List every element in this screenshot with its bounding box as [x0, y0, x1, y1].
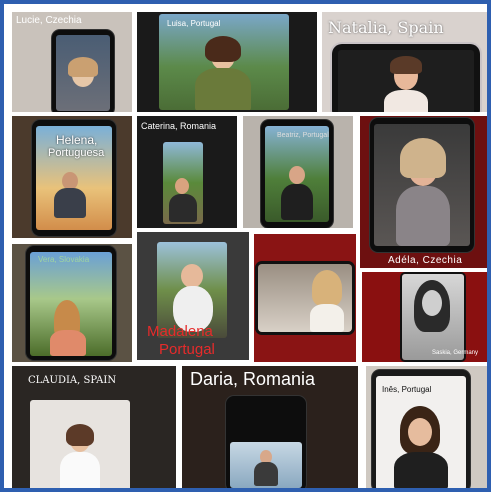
phone-adela — [370, 118, 474, 252]
photo-third — [254, 234, 356, 362]
photo-natalia: Natalia, Spain — [322, 12, 487, 112]
caption-ines: Inês, Portugal — [382, 385, 432, 394]
caption-luisa: Luisa, Portugal — [167, 19, 221, 28]
screen-luisa — [159, 14, 289, 110]
caption-claudia: CLAUDIA, SPAIN — [28, 375, 117, 386]
photo-adela: Adéla, Czechia — [360, 116, 487, 268]
photo-luisa: Luisa, Portugal — [137, 12, 317, 112]
caption-natalia: Natalia, Spain — [328, 18, 444, 37]
caption-beatriz: Beatriz, Portugal — [277, 132, 329, 139]
photo-madalena: Madalena Portugal — [137, 232, 249, 360]
phone-lucie — [52, 30, 114, 112]
screen-third — [258, 264, 352, 332]
caption-caterina: Caterina, Romania — [141, 121, 217, 131]
photo-helena: Helena, Portuguesa — [12, 116, 132, 238]
caption-madalena-line1: Madalena — [147, 323, 213, 340]
photo-claudia: CLAUDIA, SPAIN — [12, 366, 176, 488]
phone-natalia — [332, 44, 480, 112]
caption-saskia: Saskia, Germany — [432, 350, 479, 356]
caption-helena-line2: Portuguesa — [48, 147, 105, 159]
photo-ines: Inês, Portugal — [366, 366, 487, 488]
caption-adela: Adéla, Czechia — [388, 255, 463, 266]
photo-saskia: Saskia, Germany — [362, 272, 487, 362]
screen-claudia — [30, 400, 130, 488]
photo-beatriz: Beatriz, Portugal — [243, 116, 353, 228]
screen-saskia — [402, 274, 464, 360]
phone-daria — [226, 396, 306, 488]
caption-madalena-line2: Portugal — [159, 341, 215, 358]
screen-caterina — [163, 142, 203, 224]
caption-vera: Vera, Slovakia — [38, 255, 90, 264]
photo-caterina: Caterina, Romania — [137, 116, 237, 228]
photo-daria: Daria, Romania — [182, 366, 358, 488]
photo-vera: Vera, Slovakia — [12, 244, 132, 362]
caption-helena-line1: Helena, — [56, 133, 98, 147]
photo-lucie: Lucie, Czechia — [12, 12, 132, 112]
photo-collage: Lucie, Czechia Luisa, Portugal Natalia, … — [0, 0, 491, 492]
caption-lucie: Lucie, Czechia — [16, 15, 82, 26]
caption-daria: Daria, Romania — [190, 369, 316, 389]
